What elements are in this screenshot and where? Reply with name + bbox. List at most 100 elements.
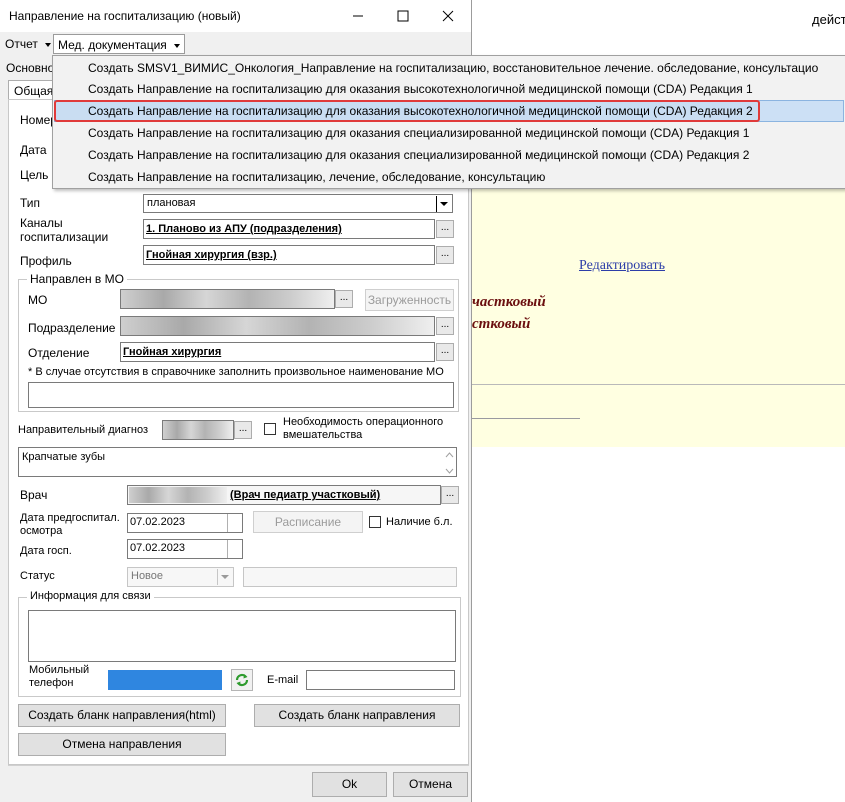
pre-exam-label-line2: осмотра	[20, 525, 63, 537]
doctor-field[interactable]: (Врач педиатр участковый)	[127, 485, 441, 505]
status-extra-field[interactable]	[243, 567, 457, 587]
directed-mo-group-label: Направлен в МО	[27, 272, 127, 286]
doctor-label: Врач	[20, 488, 48, 502]
contact-info-field[interactable]	[28, 610, 456, 662]
schedule-button[interactable]: Расписание	[253, 511, 363, 533]
department-ellipsis-button[interactable]: ...	[436, 343, 454, 361]
hosp-date-field[interactable]: 07.02.2023	[127, 539, 243, 559]
cancel-button[interactable]: Отмена	[393, 772, 468, 797]
channels-label-line2: госпитализации	[20, 230, 109, 244]
chevron-down-icon	[436, 196, 451, 212]
dropdown-item[interactable]: Создать Направление на госпитализацию дл…	[88, 78, 753, 100]
profile-ellipsis-button[interactable]: ...	[436, 246, 454, 264]
doctor-role: (Врач педиатр участковый)	[230, 489, 381, 501]
department-label: Отделение	[28, 346, 90, 360]
refresh-icon	[235, 673, 249, 687]
diagnosis-text-value: Крапчатые зубы	[22, 451, 106, 463]
mobile-label-line2: телефон	[29, 677, 74, 689]
calendar-icon[interactable]	[227, 514, 242, 532]
profile-label: Профиль	[20, 254, 72, 268]
mo-free-text[interactable]	[28, 382, 454, 408]
ok-button[interactable]: Ok	[312, 772, 387, 797]
subdivision-field[interactable]	[120, 316, 435, 336]
diagnosis-label: Направительный диагноз	[18, 424, 149, 436]
surgery-label-line2: вмешательства	[283, 429, 363, 441]
menu-med-docs-label: Мед. документация	[58, 38, 167, 52]
sick-leave-checkbox[interactable]	[369, 516, 381, 528]
close-icon	[442, 10, 453, 22]
contact-group-label: Информация для связи	[27, 590, 154, 602]
mobile-phone-field[interactable]	[108, 670, 222, 690]
dropdown-item[interactable]: Создать Направление на госпитализацию, л…	[88, 166, 545, 188]
maximize-button[interactable]	[380, 0, 425, 32]
channels-label-line1: Каналы	[20, 216, 63, 230]
background-action-text: дейст	[812, 12, 845, 27]
background-divider	[472, 384, 845, 385]
doctor-ellipsis-button[interactable]: ...	[441, 486, 459, 504]
menu-med-docs[interactable]: Мед. документация	[53, 34, 186, 54]
loaded-button[interactable]: Загруженность	[365, 289, 454, 311]
minimize-button[interactable]	[335, 0, 380, 32]
doctor-name-blur	[129, 487, 227, 503]
dropdown-item[interactable]: Создать Направление на госпитализацию дл…	[88, 144, 749, 166]
type-select[interactable]: плановая	[143, 194, 453, 213]
cancel-direction-button[interactable]: Отмена направления	[18, 733, 226, 756]
diagnosis-scrollbar[interactable]	[445, 451, 454, 475]
create-form-button[interactable]: Создать бланк направления	[254, 704, 460, 727]
subdivision-label: Подразделение	[28, 321, 116, 335]
hosp-date-value: 07.02.2023	[130, 542, 186, 554]
dropdown-item[interactable]: Создать Направление на госпитализацию дл…	[88, 122, 749, 144]
mo-field[interactable]	[120, 289, 335, 309]
close-button[interactable]	[425, 0, 470, 32]
hosp-date-label: Дата госп.	[20, 545, 72, 557]
profile-field[interactable]: Гнойная хирургия (взр.)	[143, 245, 435, 265]
refresh-phone-button[interactable]	[231, 669, 253, 691]
background-role-line-1: частковый	[472, 294, 546, 310]
department-field[interactable]: Гнойная хирургия	[120, 342, 435, 362]
surgery-checkbox[interactable]	[264, 423, 276, 435]
chevron-down-icon	[174, 43, 181, 48]
surgery-label-line1: Необходимость операционного	[283, 416, 444, 428]
menu-report[interactable]: Отчет	[1, 34, 55, 54]
type-label: Тип	[20, 196, 41, 210]
goal-label: Цель	[20, 168, 49, 182]
pre-exam-date-value: 07.02.2023	[130, 516, 186, 528]
subdivision-ellipsis-button[interactable]: ...	[436, 317, 454, 335]
mo-note: * В случае отсутствия в справочнике запо…	[28, 366, 444, 378]
background-divider-short	[472, 418, 580, 419]
surgery-label: Необходимость операционного вмешательств…	[283, 416, 443, 442]
diagnosis-code-field[interactable]	[162, 420, 234, 440]
channels-ellipsis-button[interactable]: ...	[436, 220, 454, 238]
status-label: Статус	[20, 570, 55, 582]
maximize-icon	[397, 10, 408, 22]
dropdown-item[interactable]: Создать SMSV1_ВИМИС_Онкология_Направлени…	[88, 57, 818, 79]
minimize-icon	[352, 15, 363, 17]
mo-ellipsis-button[interactable]: ...	[335, 290, 353, 308]
sick-leave-label: Наличие б.л.	[386, 516, 453, 528]
footer-divider	[8, 765, 469, 766]
create-html-form-button[interactable]: Создать бланк направления(html)	[18, 704, 226, 727]
pre-exam-label-line1: Дата предгоспитал.	[20, 512, 120, 524]
diagnosis-ellipsis-button[interactable]: ...	[234, 421, 252, 439]
mo-label: МО	[28, 293, 48, 307]
type-select-value: плановая	[147, 197, 196, 209]
calendar-icon[interactable]	[227, 540, 242, 558]
email-label: E-mail	[267, 674, 299, 686]
scroll-arrows-icon	[445, 452, 454, 474]
pre-exam-label: Дата предгоспитал. осмотра	[20, 512, 120, 538]
email-field[interactable]	[306, 670, 455, 690]
pre-exam-date-field[interactable]: 07.02.2023	[127, 513, 243, 533]
menu-report-label: Отчет	[5, 37, 38, 51]
dropdown-item-selected[interactable]: Создать Направление на госпитализацию дл…	[88, 100, 753, 122]
window-title: Направление на госпитализацию (новый)	[9, 9, 241, 23]
tab-general[interactable]: Общая	[8, 80, 53, 100]
mobile-label-line1: Мобильный	[29, 664, 90, 676]
channels-field[interactable]: 1. Планово из АПУ (подразделения)	[143, 219, 435, 239]
edit-link[interactable]: Редактировать	[579, 258, 665, 274]
status-select[interactable]: Новое	[127, 567, 234, 587]
background-role-line-2: стковый	[472, 316, 531, 332]
status-value: Новое	[131, 570, 164, 582]
diagnosis-text-field[interactable]: Крапчатые зубы	[18, 447, 457, 477]
mobile-label: Мобильный телефон	[29, 664, 89, 690]
tab-main[interactable]: Основно	[6, 61, 54, 75]
